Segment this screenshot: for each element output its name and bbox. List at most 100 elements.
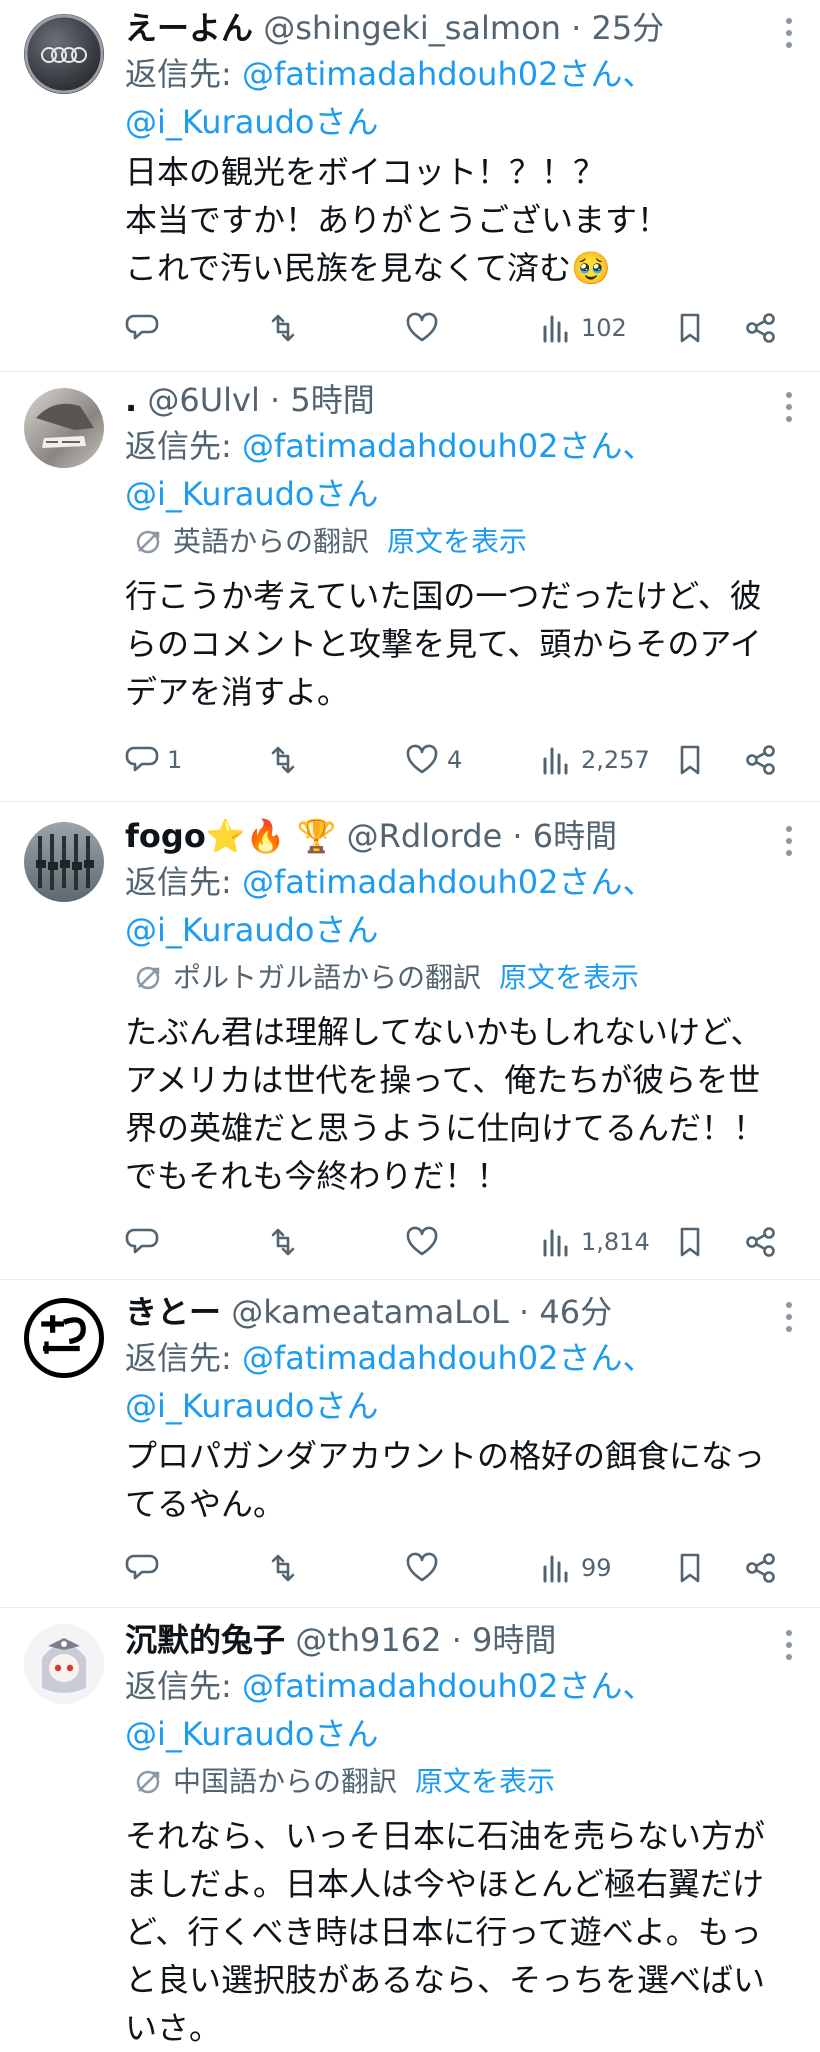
retweet-button[interactable] [265, 1225, 307, 1259]
tweet-actions: 102 [125, 306, 795, 350]
views-button[interactable]: 99 [539, 1551, 612, 1585]
heart-icon [406, 744, 438, 774]
display-name[interactable]: 沉默的兔子 [125, 1621, 285, 1659]
retweet-button[interactable] [265, 1551, 307, 1585]
reply-prefix: 返信先: [125, 1339, 242, 1377]
reply-prefix: 返信先: [125, 55, 242, 93]
reply-icon [125, 1228, 159, 1254]
avatar[interactable] [24, 1624, 104, 1704]
reply-button[interactable]: 1 [125, 743, 182, 777]
display-name[interactable]: . [125, 381, 137, 419]
views-icon [543, 1555, 568, 1583]
views-button[interactable]: 1,814 [539, 1225, 650, 1259]
separator: · [560, 9, 592, 47]
mention-link[interactable]: @fatimadahdouh02さん、 [242, 863, 654, 901]
display-name[interactable]: えーよん [125, 9, 253, 47]
mention-link[interactable]: @fatimadahdouh02さん、 [242, 1339, 654, 1377]
bookmark-button[interactable] [673, 743, 707, 777]
timestamp[interactable]: 6時間 [533, 817, 617, 855]
reply-icon [125, 314, 159, 340]
mention-link[interactable]: @fatimadahdouh02さん、 [242, 1667, 654, 1705]
anime-girl-avatar-icon [42, 1638, 86, 1693]
views-button[interactable]: 102 [539, 311, 627, 345]
bookmark-button[interactable] [673, 311, 707, 345]
views-count: 1,814 [581, 1228, 650, 1256]
mention-link[interactable]: @i_Kuraudoさん [125, 475, 379, 513]
mention-link[interactable]: @fatimadahdouh02さん、 [242, 427, 654, 465]
translation-notice: ポルトガル語からの翻訳 原文を表示 [125, 956, 800, 1000]
reply-button[interactable] [125, 1225, 167, 1259]
share-icon [746, 745, 775, 775]
show-original-link[interactable]: 原文を表示 [499, 956, 639, 1000]
avatar[interactable] [24, 1298, 104, 1378]
reply-to-line: 返信先: @fatimadahdouh02さん、 @i_Kuraudoさん [125, 422, 800, 518]
retweet-button[interactable] [265, 743, 307, 777]
bookmark-icon [680, 745, 700, 775]
timestamp[interactable]: 5時間 [290, 381, 374, 419]
mention-link[interactable]: @i_Kuraudoさん [125, 103, 379, 141]
like-button[interactable]: 4 [405, 743, 462, 777]
user-handle[interactable]: @shingeki_salmon [263, 9, 561, 47]
more-options-icon[interactable] [784, 392, 794, 422]
show-original-link[interactable]: 原文を表示 [415, 1760, 555, 1804]
bookmark-icon [680, 1553, 700, 1583]
share-button[interactable] [743, 1551, 777, 1585]
tweet-5[interactable]: 沉默的兔子 @th9162 · 9時間 返信先: @fatimadahdouh0… [0, 1608, 820, 2048]
user-handle[interactable]: @kameatamaLoL [231, 1293, 509, 1331]
tweet-header: fogo⭐🔥 🏆 @Rdlorde · 6時間 [125, 814, 800, 858]
like-count: 4 [447, 746, 463, 774]
more-options-icon[interactable] [784, 18, 794, 48]
tweet-4[interactable]: きとー @kameatamaLoL · 46分 返信先: @fatimadahd… [0, 1280, 820, 1608]
reply-button[interactable] [125, 311, 167, 345]
anime-avatar-icon [36, 403, 94, 448]
user-handle[interactable]: @6Ulvl [147, 381, 260, 419]
avatar[interactable] [24, 822, 104, 902]
share-icon [746, 1553, 775, 1583]
timestamp[interactable]: 46分 [539, 1293, 612, 1331]
tweet-actions: 99 [125, 1546, 795, 1590]
timestamp[interactable]: 9時間 [472, 1621, 556, 1659]
audi-logo-icon [24, 14, 104, 94]
avatar[interactable] [24, 388, 104, 468]
mention-link[interactable]: @i_Kuraudoさん [125, 911, 379, 949]
display-name[interactable]: fogo⭐🔥 🏆 [125, 817, 336, 855]
user-handle[interactable]: @Rdlorde [347, 817, 503, 855]
kito-logo-icon [41, 1315, 86, 1354]
reply-to-line: 返信先: @fatimadahdouh02さん、 @i_Kuraudoさん [125, 1662, 800, 1758]
tweet-actions: 1,814 [125, 1220, 795, 1264]
tweet-2[interactable]: . @6Ulvl · 5時間 返信先: @fatimadahdouh02さん、 … [0, 372, 820, 802]
share-button[interactable] [743, 1225, 777, 1259]
retweet-button[interactable] [265, 311, 307, 345]
user-handle[interactable]: @th9162 [295, 1621, 441, 1659]
tweet-3[interactable]: fogo⭐🔥 🏆 @Rdlorde · 6時間 返信先: @fatimadahd… [0, 802, 820, 1280]
separator: · [259, 381, 291, 419]
bookmark-button[interactable] [673, 1551, 707, 1585]
translation-notice: 中国語からの翻訳 原文を表示 [125, 1760, 800, 1804]
display-name[interactable]: きとー [125, 1293, 221, 1331]
more-options-icon[interactable] [784, 1630, 794, 1660]
mention-link[interactable]: @fatimadahdouh02さん、 [242, 55, 654, 93]
show-original-link[interactable]: 原文を表示 [387, 520, 527, 564]
tweet-1[interactable]: えーよん @shingeki_salmon · 25分 返信先: @fatima… [0, 0, 820, 372]
tweet-header: 沉默的兔子 @th9162 · 9時間 [125, 1618, 800, 1662]
views-button[interactable]: 2,257 [539, 743, 650, 777]
like-button[interactable] [405, 1551, 447, 1585]
mention-link[interactable]: @i_Kuraudoさん [125, 1387, 379, 1425]
reply-button[interactable] [125, 1551, 167, 1585]
like-button[interactable] [405, 311, 447, 345]
share-button[interactable] [743, 743, 777, 777]
more-options-icon[interactable] [784, 826, 794, 856]
views-count: 102 [581, 314, 627, 342]
like-button[interactable] [405, 1225, 447, 1259]
translated-from-label: ポルトガル語からの翻訳 [173, 961, 482, 994]
avatar[interactable] [24, 14, 104, 94]
bookmark-button[interactable] [673, 1225, 707, 1259]
tweet-text: プロパガンダアカウントの格好の餌食になっ てるやん。 [125, 1437, 766, 1523]
translate-icon [136, 966, 160, 990]
more-options-icon[interactable] [784, 1302, 794, 1332]
reply-count: 1 [167, 746, 183, 774]
share-button[interactable] [743, 311, 777, 345]
timestamp[interactable]: 25分 [591, 9, 664, 47]
mention-link[interactable]: @i_Kuraudoさん [125, 1715, 379, 1753]
translation-notice: 英語からの翻訳 原文を表示 [125, 520, 800, 564]
